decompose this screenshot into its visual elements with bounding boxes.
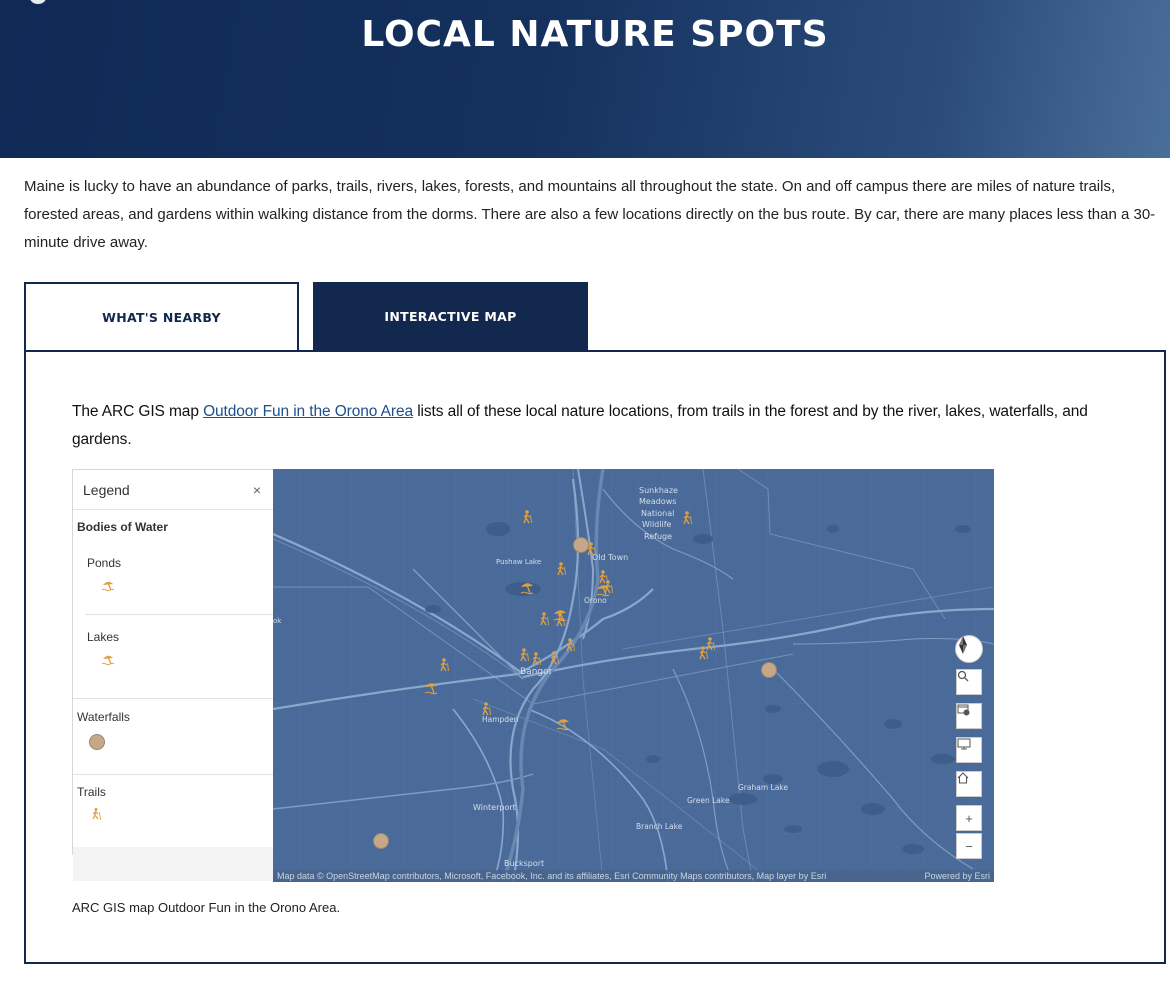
tab-panel-interactive-map: The ARC GIS map Outdoor Fun in the Orono… — [24, 350, 1166, 964]
legend-heading-waterfalls: Waterfalls — [77, 710, 130, 724]
waterfall-marker[interactable] — [573, 537, 589, 553]
fullscreen-icon — [957, 738, 971, 750]
map-legend: Legend × Bodies of Water Ponds Lakes Wat… — [72, 469, 273, 881]
pond-icon — [101, 581, 115, 592]
waterfall-marker[interactable] — [761, 662, 777, 678]
map-attribution: Map data © OpenStreetMap contributors, M… — [273, 870, 994, 882]
outdoor-fun-map-link[interactable]: Outdoor Fun in the Orono Area — [203, 403, 413, 420]
map-label-bangor: Bangor — [520, 667, 553, 677]
legend-section-waterfalls: Waterfalls — [73, 710, 273, 750]
legend-heading-bodies-of-water: Bodies of Water — [77, 520, 168, 534]
map-label-edge: ok — [273, 617, 282, 625]
map-caption: ARC GIS map Outdoor Fun in the Orono Are… — [72, 900, 341, 915]
legend-divider — [73, 698, 273, 699]
tab-interactive-map[interactable]: INTERACTIVE MAP — [313, 282, 588, 350]
map-label-hampden: Hampden — [482, 715, 519, 724]
hero-banner: LOCAL NATURE SPOTS — [0, 0, 1170, 158]
map-attribution-text: Map data © OpenStreetMap contributors, M… — [277, 871, 827, 881]
compass-button[interactable] — [955, 635, 983, 663]
zoom-out-button[interactable]: − — [956, 833, 982, 859]
map-label-orono: Orono — [584, 596, 607, 605]
map-label-old-town: Old Town — [592, 553, 628, 562]
legend-heading-trails: Trails — [77, 785, 106, 799]
tab-whats-nearby[interactable]: WHAT'S NEARBY — [24, 282, 299, 350]
basemap-gallery-icon — [957, 704, 970, 716]
page-title: LOCAL NATURE SPOTS — [361, 14, 829, 55]
map-label-sunkhaze-refuge: Refuge — [644, 532, 672, 541]
legend-title: Legend — [83, 481, 130, 498]
waterfall-marker[interactable] — [373, 833, 389, 849]
map-description: The ARC GIS map Outdoor Fun in the Orono… — [72, 398, 1122, 454]
map-label-sunkhaze-national: National — [641, 509, 674, 518]
close-icon[interactable]: × — [253, 482, 261, 498]
home-button[interactable] — [956, 771, 982, 797]
search-button[interactable] — [956, 669, 982, 695]
map-label-bucksport: Bucksport — [504, 859, 544, 868]
map-description-lead: The ARC GIS map — [72, 403, 204, 420]
waterfall-symbol-icon — [89, 734, 105, 750]
legend-label-ponds: Ponds — [87, 556, 122, 570]
hero-corner-decoration — [30, 0, 46, 4]
map-label-sunkhaze: Sunkhaze — [639, 486, 678, 495]
map-label-winterport: Winterport — [473, 803, 516, 812]
legend-label-lakes: Lakes — [87, 630, 120, 644]
intro-paragraph: Maine is lucky to have an abundance of p… — [24, 178, 1156, 251]
map-label-pushaw-lake: Pushaw Lake — [496, 558, 541, 566]
map-label-sunkhaze-meadows: Meadows — [639, 497, 676, 506]
legend-header: Legend × — [73, 470, 273, 510]
powered-by-esri[interactable]: Powered by Esri — [924, 870, 990, 882]
legend-section-trails: Trails — [73, 785, 273, 821]
map-label-sunkhaze-wildlife: Wildlife — [642, 520, 672, 529]
legend-divider — [73, 774, 273, 775]
home-icon — [957, 772, 969, 784]
interactive-map[interactable]: Sunkhaze Meadows National Wildlife Refug… — [273, 469, 994, 882]
zoom-in-button[interactable]: + — [956, 805, 982, 831]
search-icon — [957, 670, 969, 682]
legend-footer — [73, 847, 273, 881]
map-basemap: Sunkhaze Meadows National Wildlife Refug… — [273, 469, 994, 882]
map-label-green-lake: Green Lake — [687, 796, 730, 805]
basemap-gallery-button[interactable] — [956, 703, 982, 729]
hiker-icon — [92, 808, 101, 821]
fullscreen-button[interactable] — [956, 737, 982, 763]
map-label-branch-lake: Branch Lake — [636, 822, 683, 831]
map-label-graham-lake: Graham Lake — [738, 783, 788, 792]
legend-section-lakes: Lakes — [73, 612, 273, 666]
legend-section-bodies-of-water: Bodies of Water Ponds — [73, 520, 273, 592]
compass-icon — [959, 636, 967, 654]
lake-icon — [101, 655, 115, 666]
